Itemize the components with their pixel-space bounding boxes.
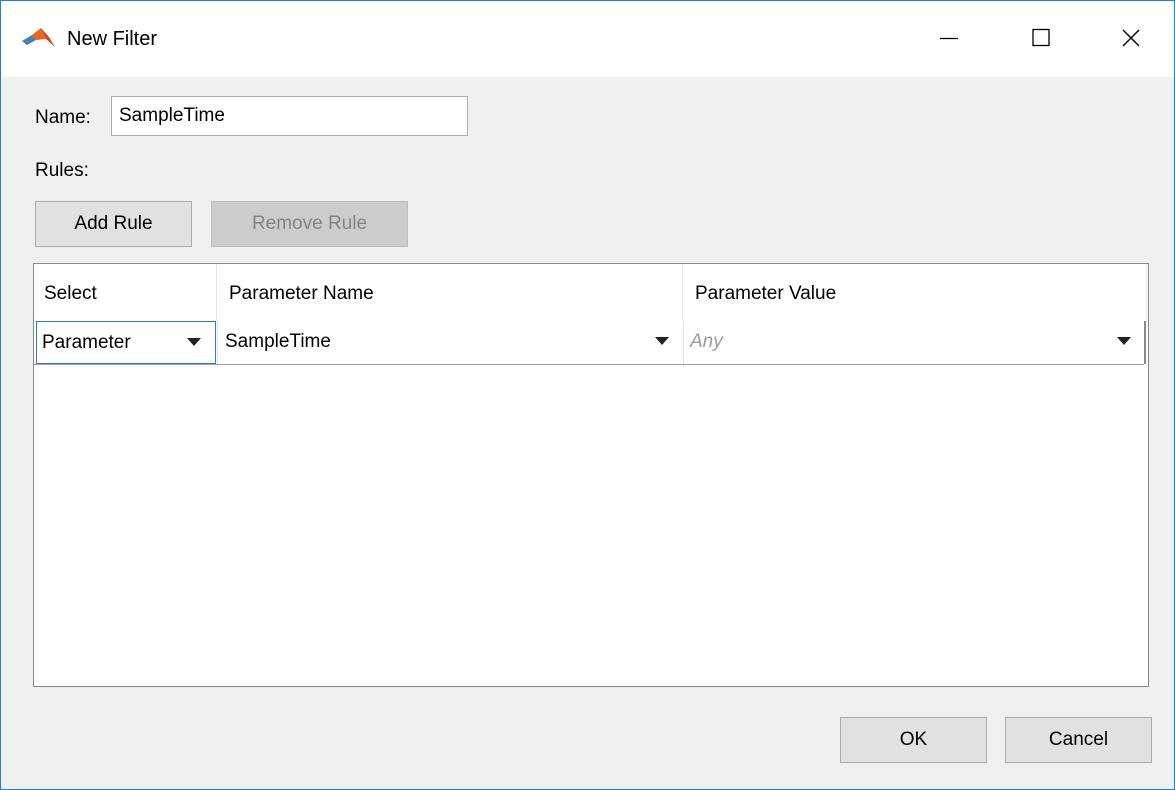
new-filter-dialog: New Filter Name: SampleTime Rules: Add R… [0, 0, 1175, 790]
minimize-button[interactable] [927, 19, 971, 57]
chevron-down-icon[interactable] [655, 337, 669, 345]
parameter-name-dropdown[interactable]: SampleTime [219, 321, 683, 364]
add-rule-button[interactable]: Add Rule [35, 201, 192, 247]
close-icon [1122, 29, 1140, 47]
ok-button[interactable]: OK [840, 717, 987, 763]
parameter-name-value: SampleTime [225, 331, 331, 352]
rules-label: Rules: [35, 160, 89, 181]
chevron-down-icon[interactable] [187, 338, 201, 346]
parameter-value-dropdown[interactable]: Any [685, 321, 1145, 364]
cell-divider [683, 321, 684, 364]
row-separator [34, 364, 1144, 365]
maximize-icon [1032, 28, 1050, 47]
table-right-edge [1144, 321, 1146, 364]
title-bar[interactable]: New Filter [1, 1, 1174, 77]
name-field[interactable]: SampleTime [111, 96, 468, 136]
cell-divider [217, 321, 218, 364]
parameter-value-placeholder: Any [690, 331, 723, 352]
matlab-logo-icon [22, 28, 55, 47]
name-label: Name: [35, 107, 91, 128]
rules-table[interactable]: Select Parameter Name Parameter Value Pa… [33, 263, 1149, 687]
maximize-button[interactable] [1019, 19, 1063, 57]
select-dropdown[interactable]: Parameter [36, 321, 216, 364]
remove-rule-button[interactable]: Remove Rule [211, 201, 408, 247]
chevron-down-icon[interactable] [1117, 337, 1131, 345]
column-header-parameter-value[interactable]: Parameter Value [683, 264, 1147, 321]
cancel-button[interactable]: Cancel [1005, 717, 1152, 763]
close-button[interactable] [1109, 19, 1153, 57]
column-header-select[interactable]: Select [34, 264, 217, 321]
minimize-icon [940, 37, 958, 40]
select-dropdown-value: Parameter [42, 332, 131, 353]
column-header-parameter-name[interactable]: Parameter Name [217, 264, 683, 321]
window-title: New Filter [67, 28, 158, 50]
